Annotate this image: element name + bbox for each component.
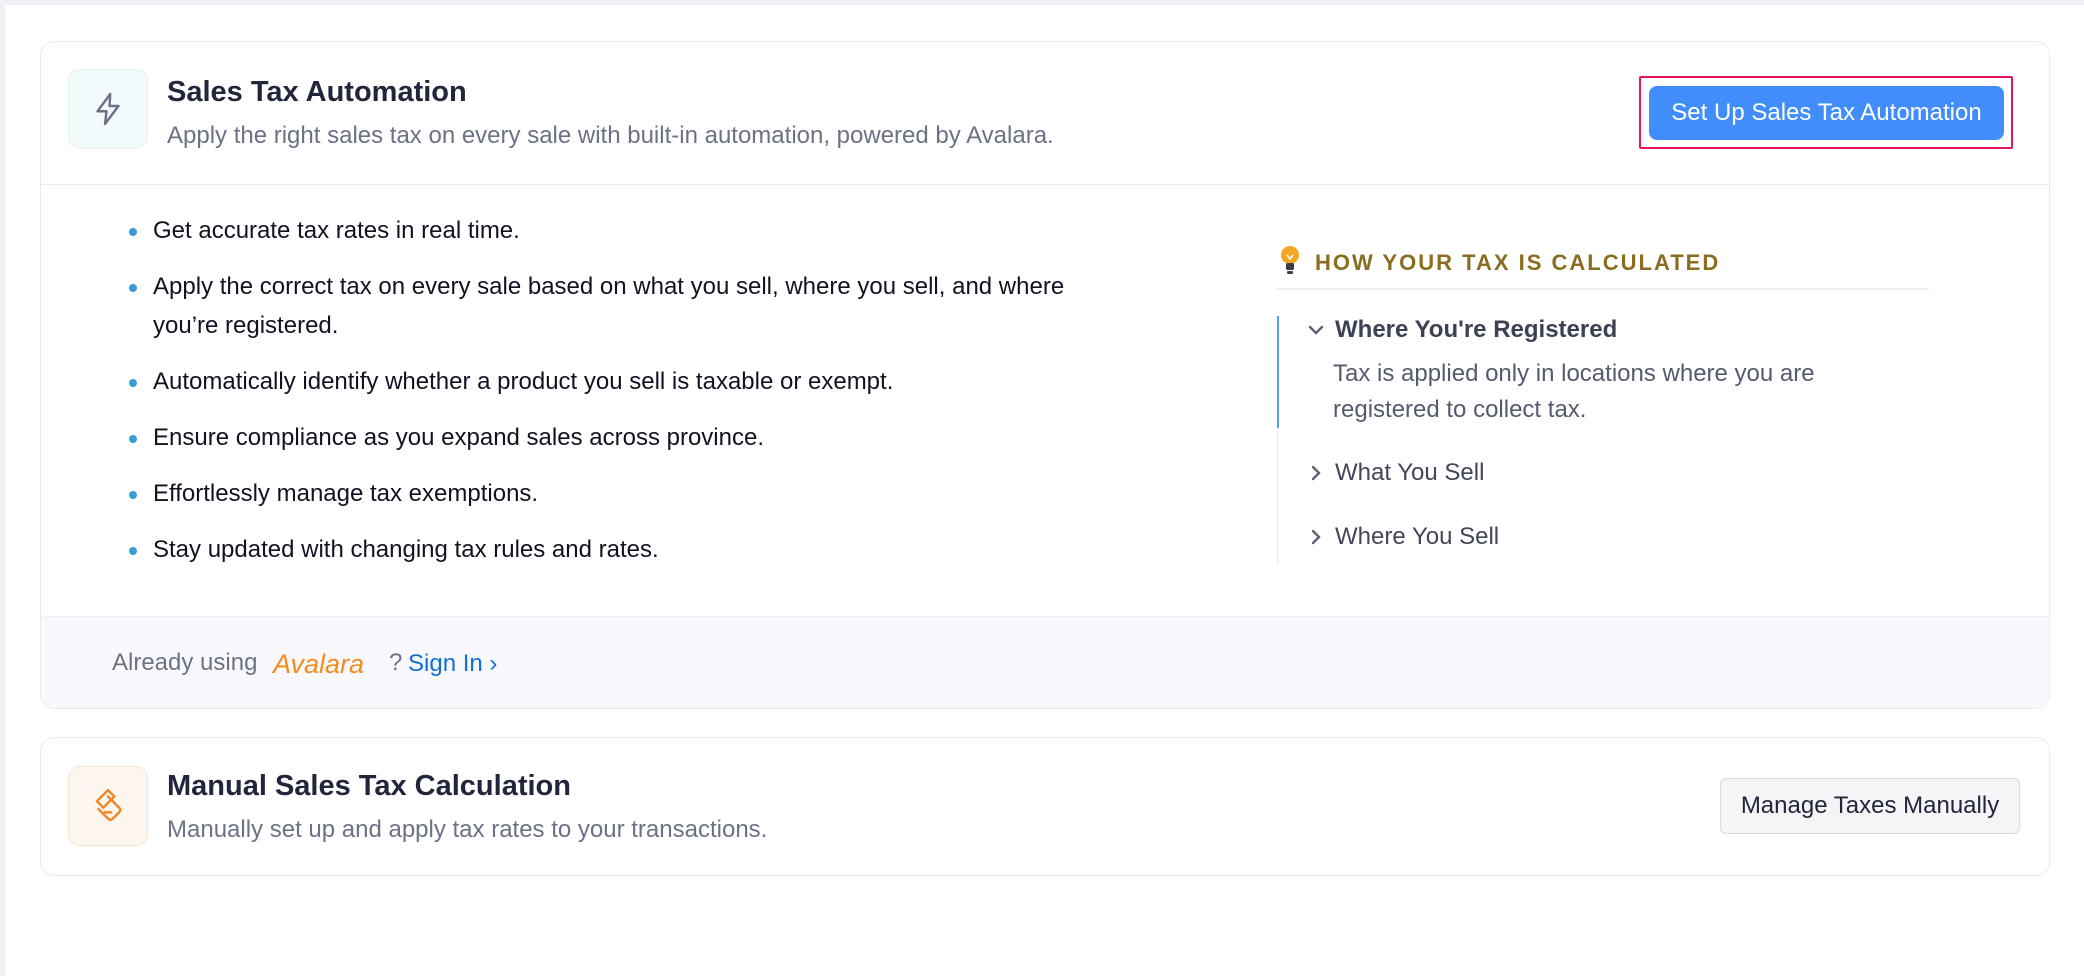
accordion-item-where-registered[interactable]: Where You're Registered (1307, 316, 1617, 344)
question-mark-text: ? (389, 649, 403, 676)
list-item: Effortlessly manage tax exemptions. (85, 474, 1093, 513)
automation-title: Sales Tax Automation (167, 76, 467, 108)
lightning-bolt-icon (68, 69, 148, 149)
benefit-text: Stay updated with changing tax rules and… (153, 536, 659, 563)
list-item: Stay updated with changing tax rules and… (85, 530, 1093, 569)
automation-card-header: Sales Tax Automation Apply the right sal… (41, 42, 2049, 185)
manual-sales-tax-card: Manual Sales Tax Calculation Manually se… (40, 737, 2050, 876)
lightbulb-icon (1277, 244, 1303, 281)
benefit-text: Get accurate tax rates in real time. (153, 217, 520, 244)
list-item: Ensure compliance as you expand sales ac… (85, 418, 1093, 457)
benefit-text: Ensure compliance as you expand sales ac… (153, 424, 764, 451)
bullet-icon (129, 228, 137, 236)
active-indicator (1277, 316, 1279, 428)
list-item: Get accurate tax rates in real time. (85, 211, 1093, 250)
accordion-item-what-you-sell[interactable]: What You Sell (1307, 459, 1484, 487)
receipt-pencil-icon (68, 766, 148, 846)
accordion-body: Tax is applied only in locations where y… (1333, 360, 1815, 423)
top-divider (0, 0, 2084, 5)
tax-calculation-heading: HOW YOUR TAX IS CALCULATED (1277, 242, 1929, 290)
already-using-text: Already using (112, 649, 258, 676)
benefits-list: Get accurate tax rates in real time. App… (85, 211, 1085, 586)
bullet-icon (129, 284, 137, 292)
accordion-label: What You Sell (1335, 459, 1485, 486)
benefit-text: Effortlessly manage tax exemptions. (153, 480, 539, 507)
benefit-text: Apply the correct tax on every sale base… (153, 273, 1065, 339)
chevron-right-icon (1311, 465, 1321, 481)
tax-calculation-title: HOW YOUR TAX IS CALCULATED (1315, 250, 1721, 275)
manual-description: Manually set up and apply tax rates to y… (167, 816, 768, 843)
bullet-icon (129, 547, 137, 555)
bullet-icon (129, 435, 137, 443)
set-up-sales-tax-automation-button[interactable]: Set Up Sales Tax Automation (1649, 86, 2004, 140)
bullet-icon (129, 491, 137, 499)
chevron-down-icon (1308, 325, 1324, 335)
automation-description: Apply the right sales tax on every sale … (167, 122, 1054, 149)
avalara-sign-in-footer: Already using Avalara ? Sign In › (41, 616, 2049, 708)
list-item: Apply the correct tax on every sale base… (85, 267, 1093, 345)
manage-taxes-manually-button[interactable]: Manage Taxes Manually (1720, 778, 2020, 834)
manual-title: Manual Sales Tax Calculation (167, 770, 571, 802)
bullet-icon (129, 379, 137, 387)
benefit-text: Automatically identify whether a product… (153, 368, 894, 395)
chevron-right-icon (1311, 529, 1321, 545)
left-divider (0, 0, 5, 976)
sales-tax-automation-card: Sales Tax Automation Apply the right sal… (40, 41, 2050, 709)
avalara-logo: Avalara (273, 649, 365, 679)
list-item: Automatically identify whether a product… (85, 362, 1093, 401)
sign-in-link[interactable]: Sign In › (408, 650, 497, 678)
accordion-item-where-you-sell[interactable]: Where You Sell (1307, 523, 1499, 551)
accordion-label: Where You're Registered (1335, 316, 1618, 343)
focus-outline: Set Up Sales Tax Automation (1639, 76, 2013, 149)
accordion-rail (1277, 428, 1278, 563)
accordion-label: Where You Sell (1335, 523, 1500, 550)
